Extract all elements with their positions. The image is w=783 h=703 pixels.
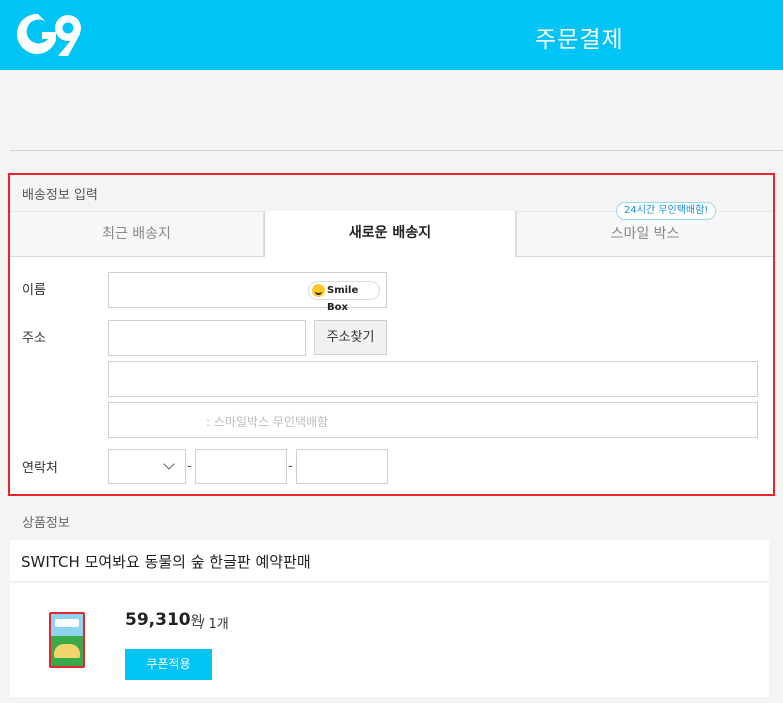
phone-middle-input[interactable]: [195, 449, 287, 484]
address-hint: : 스마일박스 무인택배함: [206, 415, 329, 429]
zipcode-input[interactable]: [108, 320, 306, 356]
page-title: 주문결제: [535, 27, 624, 53]
phone-last-input[interactable]: [296, 449, 388, 484]
product-price: 59,310원: [125, 610, 203, 630]
address-search-button[interactable]: 주소찾기: [314, 320, 387, 355]
divider: [10, 150, 783, 151]
shipping-section-title: 배송정보 입력: [22, 188, 98, 203]
product-section-title: 상품정보: [22, 516, 70, 531]
smilebox-badge: 24시간 무인택배함!: [616, 202, 717, 220]
phone-dash: -: [187, 459, 192, 474]
product-title-bar: SWITCH 모여봐요 동물의 숲 한글판 예약판매: [10, 540, 769, 582]
tab-new-address[interactable]: 새로운 배송지: [264, 211, 516, 257]
product-item: 59,310원 / 1개 쿠폰적용: [10, 583, 769, 697]
product-name: SWITCH 모여봐요 동물의 숲 한글판 예약판매: [21, 553, 311, 571]
smile-icon: [312, 284, 325, 297]
header-bar: 주문결제: [0, 0, 783, 70]
chevron-down-icon: [163, 458, 175, 470]
apply-coupon-button[interactable]: 쿠폰적용: [125, 649, 212, 680]
contact-label: 연락처: [22, 461, 58, 476]
price-value: 59,310: [125, 610, 191, 630]
product-quantity: / 1개: [200, 617, 229, 632]
thumbnail-island: [54, 644, 80, 658]
shipping-info-section: 배송정보 입력 24시간 무인택배함! 최근 배송지 새로운 배송지 스마일 박…: [8, 173, 775, 496]
phone-prefix-select[interactable]: [108, 449, 186, 484]
smilebox-logo: Smile Box: [308, 281, 380, 313]
address-label: 주소: [22, 331, 46, 346]
address-line1-input[interactable]: [108, 361, 758, 397]
thumbnail-title-plate: [55, 619, 79, 627]
product-thumbnail[interactable]: [49, 612, 85, 668]
tab-recent-address[interactable]: 최근 배송지: [10, 211, 264, 257]
phone-dash: -: [288, 459, 293, 474]
name-label: 이름: [22, 283, 46, 298]
smilebox-logo-text: Smile Box: [327, 285, 359, 313]
